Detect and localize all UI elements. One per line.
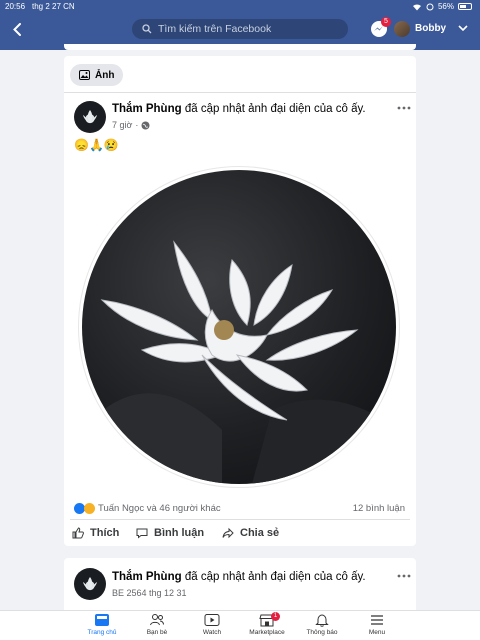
nav-marketplace[interactable]: Marketplace: [237, 613, 297, 640]
wifi-icon: [412, 3, 421, 11]
post-time[interactable]: BE 2564 thg 12 31: [112, 588, 187, 598]
previous-card-edge: [64, 44, 416, 50]
status-right: 56%: [412, 2, 472, 11]
author-name[interactable]: Thắm Phùng: [112, 571, 182, 583]
bell-icon: [315, 614, 329, 627]
header: Tìm kiếm trên Facebook 5 Bobby: [0, 14, 480, 44]
messenger-badge: 5: [381, 17, 391, 27]
like-label: Thích: [90, 527, 120, 539]
nav-friends[interactable]: Bạn bè: [127, 613, 187, 640]
lotus-icon: [83, 577, 97, 590]
chevron-down-icon[interactable]: [458, 23, 468, 33]
lotus-image: [82, 240, 396, 484]
user-name[interactable]: Bobby: [415, 23, 446, 34]
profile-photo[interactable]: [82, 170, 396, 484]
nav-label: Menu: [368, 629, 386, 636]
next-post-meta: BE 2564 thg 12 31: [112, 588, 187, 598]
photo-icon: [79, 70, 90, 80]
lotus-icon: [83, 110, 97, 123]
chip-label: Ảnh: [95, 69, 115, 81]
battery-level: [460, 5, 466, 8]
search-placeholder: Tìm kiếm trên Facebook: [158, 23, 272, 35]
nav-notifications[interactable]: Thông báo: [292, 613, 352, 640]
more-options-icon[interactable]: [397, 105, 411, 111]
nav-label: Thông báo: [306, 629, 338, 636]
avatar[interactable]: [74, 101, 106, 133]
share-icon: [222, 527, 234, 539]
avatar[interactable]: [74, 568, 106, 600]
battery-percent: 56%: [437, 2, 454, 11]
friends-icon: [150, 614, 164, 626]
share-label: Chia sẻ: [240, 527, 280, 539]
next-post-header: Thắm Phùng đã cập nhật ảnh đại diện của …: [112, 571, 366, 583]
nav-home[interactable]: Trang chủ: [72, 613, 132, 640]
divider: [64, 92, 416, 93]
top-bar: 20:56 thg 2 27 CN 56% Tìm kiếm trên Face…: [0, 0, 480, 50]
dot-separator: ·: [135, 120, 139, 130]
post-text: 😞🙏😢: [74, 138, 119, 152]
globe-icon: [141, 121, 150, 129]
nav-label: Marketplace: [249, 629, 285, 636]
post-meta: 7 giờ ·: [112, 120, 150, 130]
watch-icon: [204, 614, 220, 626]
post-header: Thắm Phùng đã cập nhật ảnh đại diện của …: [112, 103, 366, 115]
status-bar: 20:56 thg 2 27 CN 56%: [0, 0, 480, 13]
nav-label: Watch: [202, 629, 222, 636]
status-time: 20:56: [5, 2, 26, 11]
reactions-text: Tuấn Ngọc và 46 người khác: [98, 503, 221, 514]
status-date: thg 2 27 CN: [32, 2, 75, 11]
post-time[interactable]: 7 giờ: [112, 120, 132, 130]
photo-filter-chip[interactable]: Ảnh: [70, 64, 124, 86]
thumbs-up-icon: [72, 527, 84, 539]
nav-label: Bạn bè: [146, 629, 168, 636]
nav-menu[interactable]: Menu: [347, 613, 407, 640]
nav-watch[interactable]: Watch: [182, 613, 242, 640]
reactions-summary[interactable]: Tuấn Ngọc và 46 người khác: [74, 503, 221, 514]
sad-reaction-icon: [84, 503, 95, 514]
like-button[interactable]: Thích: [72, 527, 119, 539]
comment-button[interactable]: Bình luận: [136, 527, 204, 539]
next-post-card: [64, 558, 416, 614]
more-options-icon[interactable]: [397, 573, 411, 579]
post-action-text: đã cập nhật ảnh đại diện của cô ấy.: [184, 103, 366, 115]
marketplace-badge: 1: [271, 612, 280, 621]
search-bar[interactable]: Tìm kiếm trên Facebook: [132, 19, 348, 39]
author-name[interactable]: Thắm Phùng: [112, 103, 182, 115]
back-button[interactable]: [10, 20, 24, 38]
nav-label: Trang chủ: [87, 629, 117, 636]
chevron-left-icon: [13, 22, 21, 36]
rotation-lock-icon: [426, 3, 434, 10]
home-icon: [95, 614, 109, 626]
battery-icon: [458, 3, 472, 10]
search-icon: [142, 24, 152, 34]
divider: [70, 519, 410, 520]
avatar[interactable]: [394, 21, 410, 37]
comments-count[interactable]: 12 bình luận: [353, 503, 405, 514]
bottom-nav: Trang chủ Bạn bè Watch Marketplace Thông…: [0, 610, 480, 640]
menu-icon: [371, 615, 383, 625]
comment-icon: [136, 528, 148, 539]
comment-label: Bình luận: [154, 527, 205, 539]
post-action-text: đã cập nhật ảnh đại diện của cô ấy.: [184, 571, 366, 583]
share-button[interactable]: Chia sẻ: [222, 527, 279, 539]
